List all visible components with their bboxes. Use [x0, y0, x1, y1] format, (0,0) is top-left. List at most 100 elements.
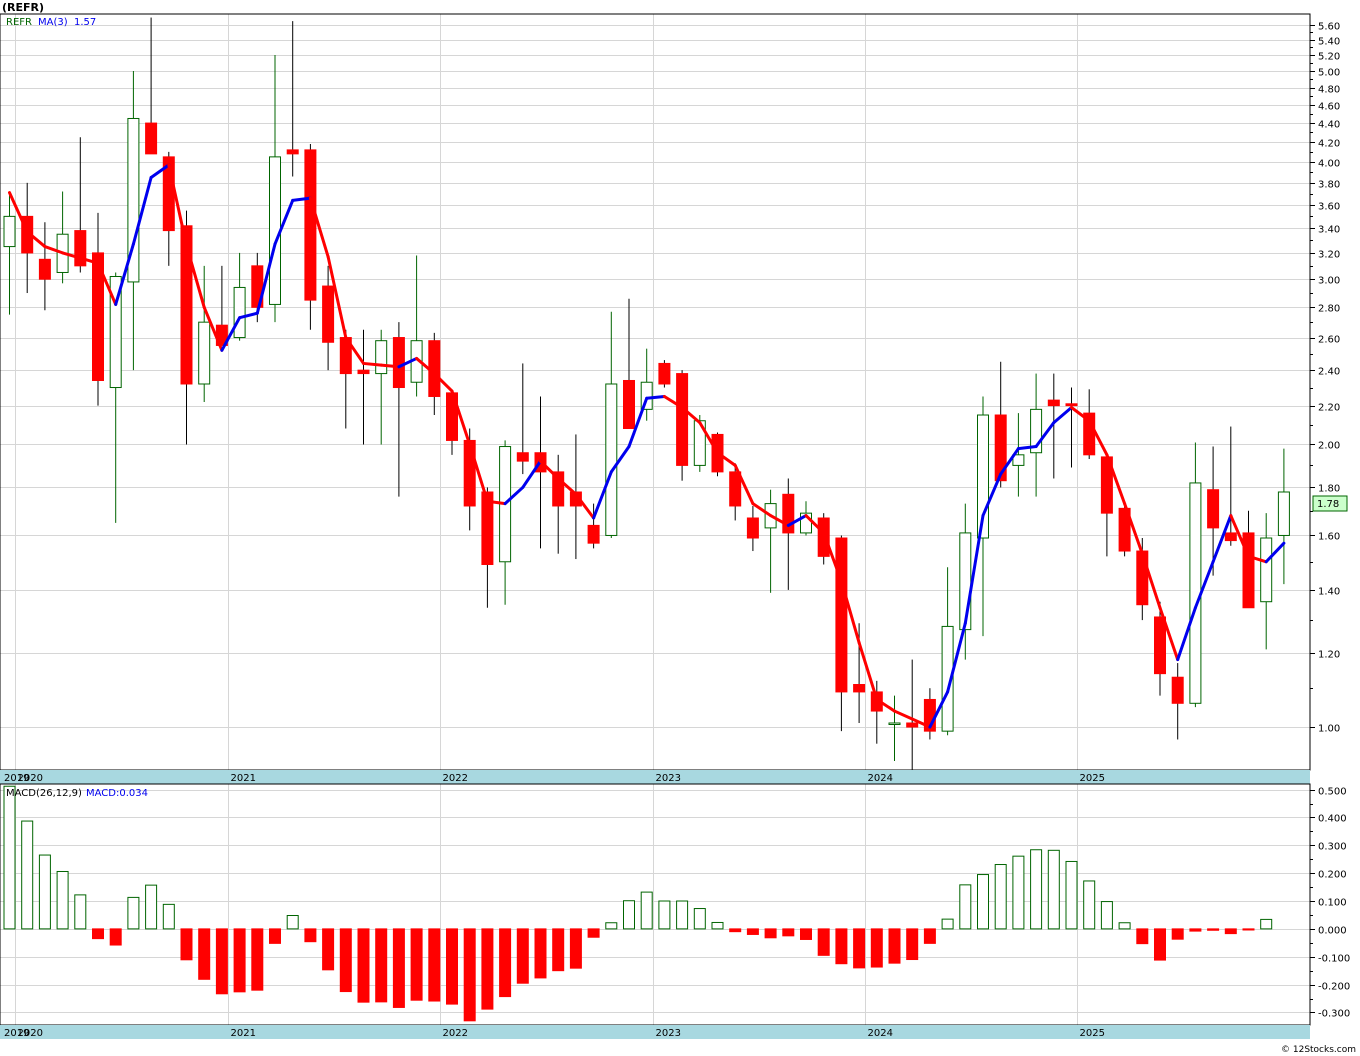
price-tick-label: 3.80: [1318, 180, 1340, 191]
ma-segment: [645, 394, 666, 400]
macd-bar-negative: [800, 928, 812, 940]
candle-down: [658, 362, 671, 385]
price-tick-label: 2.60: [1318, 335, 1340, 346]
candle-down: [38, 258, 51, 280]
macd-bar-negative: [446, 928, 458, 1005]
price-tick-label: 4.00: [1318, 159, 1340, 170]
macd-bar-negative: [1242, 928, 1255, 931]
year-label: 2021: [231, 1028, 256, 1039]
macd-bar-positive: [693, 908, 706, 930]
macd-bar-positive: [941, 918, 954, 930]
year-label: 2021: [231, 773, 256, 784]
last-price-label: 1.78: [1317, 499, 1339, 510]
macd-bar-negative: [251, 928, 264, 991]
macd-bar-positive: [977, 874, 989, 930]
price-tick-label: 3.00: [1318, 276, 1340, 287]
macd-bar-positive: [1083, 880, 1096, 930]
candle-down: [1065, 403, 1078, 407]
macd-bar-negative: [1136, 928, 1149, 945]
candle-down: [835, 537, 848, 693]
macd-bar-negative: [1171, 928, 1184, 940]
price-tick-label: 3.60: [1318, 202, 1340, 213]
macd-bar-negative: [853, 928, 866, 969]
price-tick-label: 1.00: [1318, 724, 1340, 735]
candle-down: [1171, 676, 1184, 704]
macd-bar-negative: [516, 928, 529, 984]
macd-bar-negative: [906, 928, 919, 961]
candle-down: [1047, 399, 1060, 407]
candle-down: [286, 149, 299, 155]
price-tick-label: 4.60: [1318, 102, 1340, 113]
candle-up: [1277, 491, 1290, 536]
macd-bar-positive: [162, 903, 175, 930]
macd-bar-negative: [392, 928, 405, 1008]
macd-bar-negative: [1189, 928, 1202, 932]
price-tick-label: 1.60: [1318, 532, 1340, 543]
macd-bar-negative: [764, 928, 777, 939]
candle-up: [198, 321, 211, 385]
ma-segment: [379, 363, 401, 369]
macd-bar-negative: [339, 928, 352, 993]
macd-bar-negative: [729, 928, 742, 933]
macd-bar-negative: [923, 928, 936, 944]
price-tick-label: 2.00: [1318, 441, 1340, 452]
year-label: 2022: [443, 1028, 468, 1039]
macd-bar-positive: [286, 915, 299, 930]
candle-down: [392, 337, 405, 389]
legend-macd-value: MACD:0.034: [86, 788, 148, 799]
macd-bar-positive: [994, 864, 1007, 930]
macd-bar-negative: [534, 928, 547, 979]
price-tick-label: 4.80: [1318, 85, 1340, 96]
macd-bar-positive: [38, 854, 51, 930]
candle-down: [853, 684, 866, 693]
year-label: 2024: [868, 773, 893, 784]
macd-bar-negative: [215, 928, 228, 995]
price-tick-label: 1.20: [1318, 650, 1340, 661]
chart-title: (REFR): [2, 1, 44, 14]
macd-bar-negative: [552, 928, 565, 972]
macd-bar-positive: [1030, 849, 1043, 930]
candle-down: [516, 452, 529, 462]
macd-bar-negative: [357, 928, 370, 1003]
macd-tick-label: 0.500: [1318, 787, 1347, 798]
price-tick-label: 5.20: [1318, 52, 1340, 63]
ma-segment: [362, 361, 383, 367]
candle-down: [1224, 532, 1237, 542]
macd-tick-label: -0.300: [1318, 1009, 1350, 1020]
year-label: 2023: [656, 1028, 681, 1039]
macd-tick-label: 0.200: [1318, 870, 1347, 881]
macd-bar-positive: [623, 900, 635, 930]
macd-bar-positive: [56, 870, 69, 930]
macd-bar-positive: [605, 922, 618, 930]
macd-bar-negative: [835, 928, 848, 965]
candle-down: [357, 369, 370, 375]
year-label: 2024: [868, 1028, 893, 1039]
price-tick-label: 5.60: [1318, 22, 1340, 33]
candle-up: [1189, 482, 1202, 704]
macd-bar-negative: [569, 928, 582, 969]
macd-bar-positive: [640, 891, 653, 930]
macd-bar-negative: [870, 928, 883, 968]
macd-bar-positive: [1065, 860, 1078, 930]
candle-down: [676, 373, 689, 466]
candle-down: [322, 285, 335, 343]
macd-bar-negative: [782, 928, 795, 937]
candle-up: [888, 722, 901, 725]
candle-down: [145, 122, 158, 155]
price-tick-label: 3.40: [1318, 225, 1340, 236]
candle-up: [233, 286, 246, 339]
macd-bar-positive: [74, 894, 87, 930]
year-label: 2022: [443, 773, 468, 784]
macd-tick-label: 0.300: [1318, 842, 1347, 853]
macd-bar-negative: [1154, 928, 1166, 961]
year-label: 2020: [18, 1028, 43, 1039]
macd-bar-negative: [180, 928, 193, 961]
price-tick-label: 2.20: [1318, 403, 1340, 414]
candle-down: [782, 493, 795, 534]
macd-tick-label: -0.100: [1318, 954, 1350, 965]
macd-bar-negative: [410, 928, 423, 1001]
macd-tick-label: 0.100: [1318, 898, 1347, 909]
macd-bar-positive: [127, 896, 140, 930]
price-tick-label: 2.80: [1318, 304, 1340, 315]
candle-down: [906, 722, 919, 728]
